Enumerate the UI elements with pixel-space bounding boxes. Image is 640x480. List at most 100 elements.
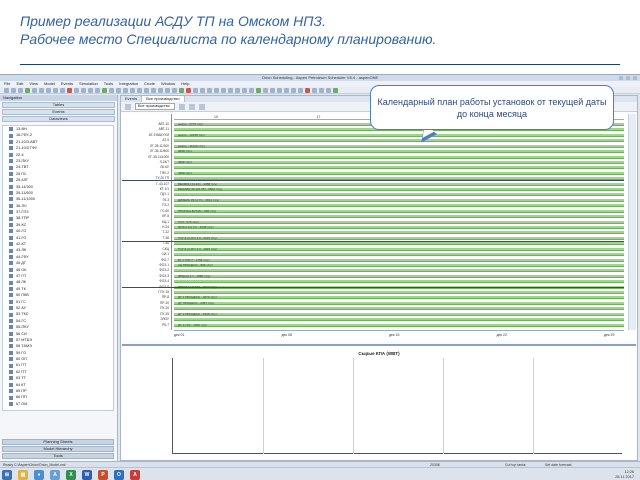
excel-icon[interactable]: X — [66, 469, 76, 480]
gantt-bar[interactable] — [174, 209, 624, 213]
gantt-bar[interactable] — [174, 242, 624, 246]
toolbar-tool-icon[interactable] — [144, 88, 149, 93]
gantt-bar[interactable] — [174, 150, 624, 154]
gantt-bar[interactable] — [174, 312, 624, 316]
gantt-bar[interactable] — [174, 318, 624, 322]
toolbar-tool-icon[interactable] — [193, 88, 198, 93]
toolbar-tool-icon[interactable] — [151, 88, 156, 93]
close-icon[interactable] — [633, 76, 637, 80]
lower-chart-plot[interactable] — [172, 358, 622, 454]
nav-button-tables[interactable]: Tables — [2, 102, 115, 108]
gantt-bar[interactable] — [174, 247, 624, 251]
gantt-bar[interactable] — [174, 231, 624, 235]
explorer-icon[interactable]: ▤ — [18, 469, 28, 480]
tab-events[interactable]: Events — [121, 96, 143, 102]
toolbar-tool-icon[interactable] — [291, 88, 296, 93]
gantt-bar[interactable] — [174, 274, 624, 278]
planning-sheets-button[interactable]: Planning Sheets — [2, 439, 114, 445]
toolbar-tool-icon[interactable] — [165, 88, 170, 93]
toolbar-tool-icon[interactable] — [186, 88, 191, 93]
tools-button[interactable]: Tools — [2, 453, 114, 459]
menu-item-edit[interactable]: Edit — [16, 81, 23, 87]
toolbar-tool-icon[interactable] — [319, 88, 324, 93]
gantt-bar[interactable] — [174, 307, 624, 311]
toolbar-tool-icon[interactable] — [53, 88, 58, 93]
toolbar-tool-icon[interactable] — [221, 88, 226, 93]
chrome-icon[interactable]: ● — [34, 469, 44, 480]
toolbar-tool-icon[interactable] — [130, 88, 135, 93]
settings-icon[interactable] — [199, 103, 205, 110]
toolbar-tool-icon[interactable] — [179, 88, 184, 93]
toolbar-tool-icon[interactable] — [158, 88, 163, 93]
gantt-bar[interactable] — [174, 263, 624, 267]
gantt-bar[interactable] — [174, 144, 624, 148]
toolbar-tool-icon[interactable] — [235, 88, 240, 93]
toolbar-tool-icon[interactable] — [123, 88, 128, 93]
gantt-bar[interactable] — [174, 236, 624, 240]
gantt-bar[interactable] — [174, 215, 624, 219]
menu-item-view[interactable]: View — [29, 81, 38, 87]
toolbar-tool-icon[interactable] — [25, 88, 30, 93]
gantt-bar[interactable] — [174, 166, 624, 170]
toolbar-tool-icon[interactable] — [228, 88, 233, 93]
toolbar-tool-icon[interactable] — [249, 88, 254, 93]
gantt-bar[interactable] — [174, 139, 624, 143]
menu-item-window[interactable]: Window — [161, 81, 175, 87]
toolbar-tool-icon[interactable] — [333, 88, 338, 93]
toolbar-tool-icon[interactable] — [102, 88, 107, 93]
gantt-bar[interactable] — [174, 182, 624, 186]
toolbar-tool-icon[interactable] — [242, 88, 247, 93]
menu-item-model[interactable]: Model — [44, 81, 55, 87]
toolbar-tool-icon[interactable] — [277, 88, 282, 93]
model-hierarchy-button[interactable]: Model Hierarchy — [2, 446, 114, 452]
toolbar-tool-icon[interactable] — [263, 88, 268, 93]
toolbar-tool-icon[interactable] — [207, 88, 212, 93]
toolbar-tool-icon[interactable] — [172, 88, 177, 93]
toolbar-tool-icon[interactable] — [298, 88, 303, 93]
gantt-bar[interactable] — [174, 291, 624, 295]
gantt-bar[interactable] — [174, 253, 624, 257]
powerpoint-icon[interactable]: P — [98, 469, 108, 480]
zoom-in-icon[interactable] — [179, 103, 185, 110]
gantt-bar[interactable] — [174, 204, 624, 208]
gantt-bar[interactable] — [174, 133, 624, 137]
gantt-bar[interactable] — [174, 193, 624, 197]
tree-item[interactable]: 67 ОМ — [3, 401, 113, 407]
gantt-bar[interactable] — [174, 188, 624, 192]
toolbar-tool-icon[interactable] — [137, 88, 142, 93]
toolbar-tool-icon[interactable] — [32, 88, 37, 93]
nav-button-events[interactable]: Events — [2, 109, 115, 115]
menu-item-events[interactable]: Events — [61, 81, 73, 87]
refresh-icon[interactable] — [125, 103, 131, 110]
gantt-bar[interactable] — [174, 301, 624, 305]
toolbar-tool-icon[interactable] — [46, 88, 51, 93]
gantt-bar[interactable] — [174, 258, 624, 262]
toolbar-tool-icon[interactable] — [4, 88, 9, 93]
windows-start-icon[interactable]: ⊞ — [2, 469, 12, 480]
toolbar-tool-icon[interactable] — [214, 88, 219, 93]
toolbar-tool-icon[interactable] — [60, 88, 65, 93]
word-icon[interactable]: W — [82, 469, 92, 480]
menu-item-tools[interactable]: Tools — [104, 81, 113, 87]
toolbar-tool-icon[interactable] — [18, 88, 23, 93]
gantt-bar[interactable] — [174, 269, 624, 273]
toolbar-tool-icon[interactable] — [95, 88, 100, 93]
gantt-scrollbar[interactable] — [628, 114, 636, 330]
toolbar-tool-icon[interactable] — [88, 88, 93, 93]
gantt-bar[interactable] — [174, 155, 624, 159]
toolbar-tool-icon[interactable] — [256, 88, 261, 93]
gantt-bar[interactable] — [174, 296, 624, 300]
menu-item-integration[interactable]: Integration — [119, 81, 138, 87]
toolbar-tool-icon[interactable] — [312, 88, 317, 93]
toolbar-tool-icon[interactable] — [305, 88, 310, 93]
menu-item-help[interactable]: Help — [181, 81, 189, 87]
zoom-out-icon[interactable] — [189, 103, 195, 110]
nav-button-dataviews[interactable]: Dataviews — [2, 116, 115, 122]
gantt-bar[interactable] — [174, 171, 624, 175]
tab-all-production[interactable]: Все производство — [142, 96, 185, 102]
aspen-icon[interactable]: A — [50, 469, 60, 480]
outlook-icon[interactable]: O — [114, 469, 124, 480]
gantt-bar[interactable] — [174, 226, 624, 229]
menu-item-crude[interactable]: Crude — [144, 81, 155, 87]
toolbar-tool-icon[interactable] — [67, 88, 72, 93]
